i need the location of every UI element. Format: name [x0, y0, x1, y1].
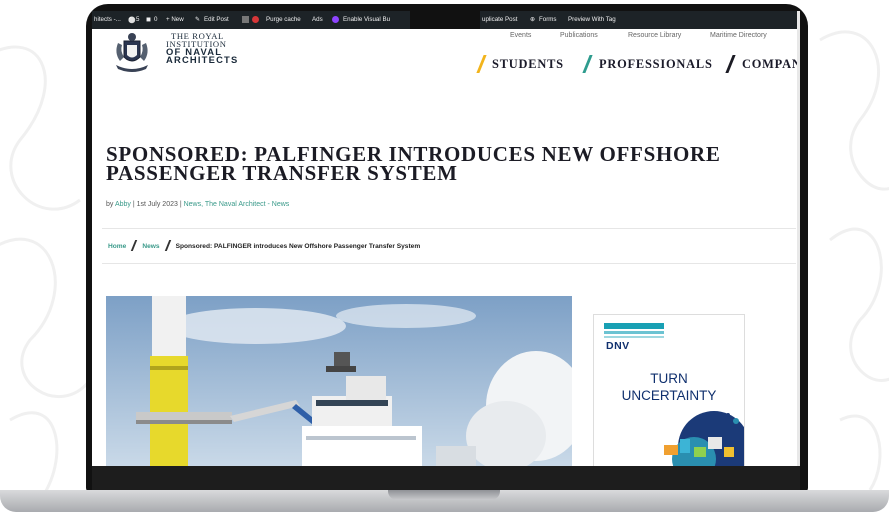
logo-line-4: ARCHITECTS: [166, 54, 239, 65]
breadcrumb-separator-icon: [164, 240, 171, 251]
ad-illustration: [664, 411, 744, 466]
laptop-notch: [388, 490, 500, 500]
forms-link[interactable]: Forms: [539, 16, 557, 23]
dnv-logo-bar-icon: [604, 331, 664, 334]
breadcrumb-home[interactable]: Home: [108, 243, 126, 250]
breadcrumb-news[interactable]: News: [142, 243, 159, 250]
nav-students[interactable]: STUDENTS: [492, 57, 564, 72]
crest-logo-icon[interactable]: [112, 31, 152, 73]
duplicate-post-link[interactable]: uplicate Post: [482, 16, 517, 23]
ads-link[interactable]: Ads: [312, 16, 323, 23]
screen-bottom-edge: [92, 466, 800, 490]
pencil-icon: ✎: [195, 16, 201, 23]
category-links[interactable]: News, The Naval Architect - News: [184, 201, 290, 208]
enable-visual-builder-link[interactable]: Enable Visual Bu: [343, 16, 390, 23]
ad-headline-1: TURN: [650, 371, 688, 386]
updates-icon[interactable]: ◼: [146, 16, 151, 23]
site-logo-text[interactable]: THE ROYAL INSTITUTION OF NAVAL ARCHITECT…: [166, 32, 239, 65]
nav-slash-icon: [582, 55, 593, 73]
dnv-logo-bar-icon: [604, 336, 664, 338]
screen-edge: [797, 11, 800, 466]
article-meta: by Abby | 1st July 2023 | News, The Nava…: [106, 201, 289, 208]
divider: [102, 263, 796, 264]
comments-icon[interactable]: ⚪: [128, 16, 136, 24]
top-link-resource-library[interactable]: Resource Library: [628, 32, 681, 39]
article-hero-image: [106, 296, 572, 466]
ad-brand: DNV: [606, 340, 630, 352]
breadcrumb-separator-icon: [131, 240, 138, 251]
meta-by: by: [106, 201, 115, 208]
nav-slash-icon: [476, 55, 487, 73]
image-icon[interactable]: [242, 16, 249, 23]
status-dot-icon: [252, 16, 259, 23]
admin-site-link[interactable]: hitects -...: [94, 16, 121, 23]
author-link[interactable]: Abby: [115, 201, 131, 208]
edit-post-link[interactable]: Edit Post: [204, 16, 229, 23]
title-line-2: PASSENGER TRANSFER SYSTEM: [106, 161, 458, 185]
ad-headline-2: UNCERTAINTY: [621, 388, 717, 403]
top-link-publications[interactable]: Publications: [560, 32, 598, 39]
breadcrumb-current: Sponsored: PALFINGER introduces New Offs…: [175, 243, 421, 250]
nav-professionals[interactable]: PROFESSIONALS: [599, 57, 713, 72]
article-title: SPONSORED: PALFINGER INTRODUCES NEW OFFS…: [106, 144, 796, 185]
browser-screen: hitects -... ⚪ 5 ◼ 0 + New ✎ Edit Post P…: [92, 11, 800, 466]
sidebar-advert[interactable]: DNV TURN UNCERTAINTY: [593, 314, 745, 466]
dnv-logo-bar-icon: [604, 323, 664, 329]
purge-cache-link[interactable]: Purge cache: [266, 16, 301, 23]
comments-count: 5: [136, 16, 140, 23]
updates-count: 0: [154, 16, 158, 23]
visual-builder-icon: [332, 16, 339, 23]
top-link-maritime-directory[interactable]: Maritime Directory: [710, 32, 767, 39]
divider: [102, 228, 796, 229]
new-button[interactable]: + New: [166, 16, 184, 23]
forms-icon: ⊕: [530, 16, 536, 23]
preview-with-tag-link[interactable]: Preview With Tag: [568, 16, 616, 23]
breadcrumb: Home News Sponsored: PALFINGER introduces …: [108, 240, 420, 251]
top-link-events[interactable]: Events: [510, 32, 531, 39]
camera-notch: [410, 11, 480, 29]
nav-slash-icon: [725, 55, 736, 73]
admin-bar: hitects -... ⚪ 5 ◼ 0 + New ✎ Edit Post P…: [92, 11, 800, 29]
post-date: | 1st July 2023 |: [130, 201, 184, 208]
nav-companies[interactable]: COMPANI: [742, 57, 800, 72]
